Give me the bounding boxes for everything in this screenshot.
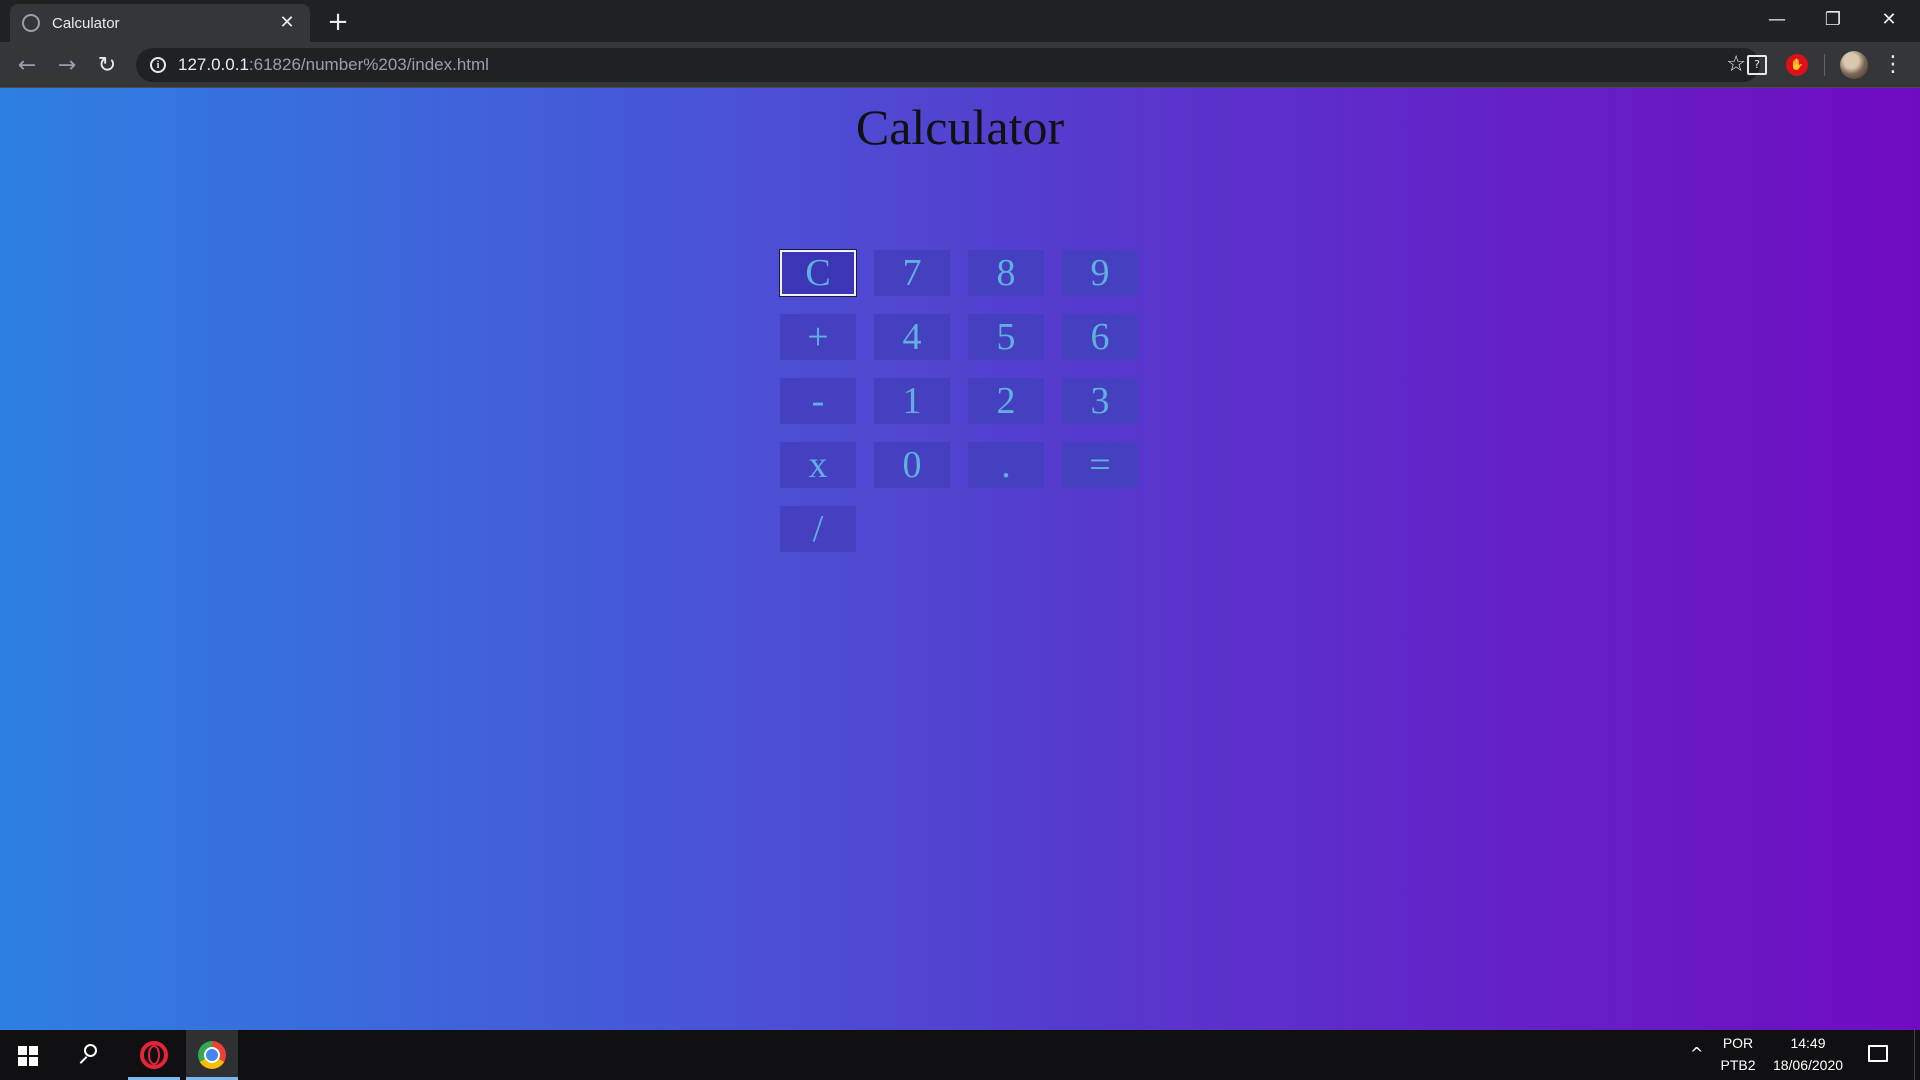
browser-toolbar: ← → ↻ i 127.0.0.1 :61826/number%203/inde…	[0, 42, 1920, 88]
chevron-up-icon[interactable]: ^	[1690, 1044, 1703, 1063]
key-7-button[interactable]: 7	[874, 250, 950, 296]
restore-button[interactable]: ❐	[1805, 0, 1861, 38]
close-tab-icon[interactable]: ✕	[276, 12, 298, 34]
chrome-icon	[198, 1041, 226, 1069]
stop-hand-icon: ✋	[1786, 54, 1808, 76]
notification-icon[interactable]	[1868, 1045, 1888, 1062]
divide-button[interactable]: /	[780, 506, 856, 552]
close-window-button[interactable]: ✕	[1861, 0, 1917, 38]
globe-icon	[22, 14, 40, 32]
opera-taskbar-button[interactable]	[128, 1030, 180, 1080]
show-desktop-button[interactable]	[1914, 1030, 1915, 1080]
adblock-extension-icon[interactable]: ✋	[1784, 52, 1810, 78]
tab-title: Calculator	[52, 14, 120, 32]
clock-date[interactable]: 18/06/2020	[1766, 1057, 1850, 1073]
page-content: Calculator C 7 8 9 +4 5 6 -1 2 3 x 0. = /	[0, 88, 1920, 1030]
calculator-keypad: C 7 8 9 +4 5 6 -1 2 3 x 0. = /	[780, 250, 1138, 552]
subtract-button[interactable]: -	[780, 378, 856, 424]
clock-time[interactable]: 14:49	[1766, 1035, 1850, 1051]
key-1-button[interactable]: 1	[874, 378, 950, 424]
browser-menu-icon[interactable]: ⋮	[1882, 51, 1904, 79]
language-indicator[interactable]: POR	[1716, 1035, 1760, 1051]
equals-button[interactable]: =	[1062, 442, 1138, 488]
decimal-button[interactable]: .	[968, 442, 1044, 488]
key-9-button[interactable]: 9	[1062, 250, 1138, 296]
address-bar[interactable]: i 127.0.0.1 :61826/number%203/index.html…	[136, 48, 1760, 82]
keyboard-layout[interactable]: PTB2	[1716, 1057, 1760, 1073]
key-6-button[interactable]: 6	[1062, 314, 1138, 360]
opera-icon	[140, 1041, 168, 1069]
add-button[interactable]: +	[780, 314, 856, 360]
profile-avatar[interactable]	[1840, 51, 1868, 79]
key-8-button[interactable]: 8	[968, 250, 1044, 296]
multiply-button[interactable]: x	[780, 442, 856, 488]
search-icon[interactable]	[76, 1042, 102, 1068]
url-host: 127.0.0.1	[178, 55, 249, 74]
key-4-button[interactable]: 4	[874, 314, 950, 360]
clear-button[interactable]: C	[780, 250, 856, 296]
forward-button[interactable]: →	[52, 50, 82, 80]
reload-button[interactable]: ↻	[92, 50, 122, 80]
chrome-taskbar-button[interactable]	[186, 1030, 238, 1080]
taskbar: ^ POR PTB2 14:49 18/06/2020	[0, 1030, 1920, 1080]
minimize-button[interactable]: —	[1749, 0, 1805, 38]
new-tab-button[interactable]: +	[324, 8, 352, 36]
extension-icon[interactable]: ?	[1744, 52, 1770, 78]
key-5-button[interactable]: 5	[968, 314, 1044, 360]
url-path: :61826/number%203/index.html	[248, 55, 489, 74]
extension-square-icon: ?	[1747, 55, 1767, 75]
browser-tab-strip: Calculator ✕ + — ❐ ✕	[0, 0, 1920, 42]
toolbar-divider	[1824, 54, 1825, 76]
key-0-button[interactable]: 0	[874, 442, 950, 488]
back-button[interactable]: ←	[12, 50, 42, 80]
info-icon[interactable]: i	[150, 57, 166, 73]
tab-calculator[interactable]: Calculator ✕	[10, 4, 310, 42]
page-title: Calculator	[855, 99, 1065, 155]
key-3-button[interactable]: 3	[1062, 378, 1138, 424]
windows-start-icon[interactable]	[18, 1046, 38, 1066]
key-2-button[interactable]: 2	[968, 378, 1044, 424]
